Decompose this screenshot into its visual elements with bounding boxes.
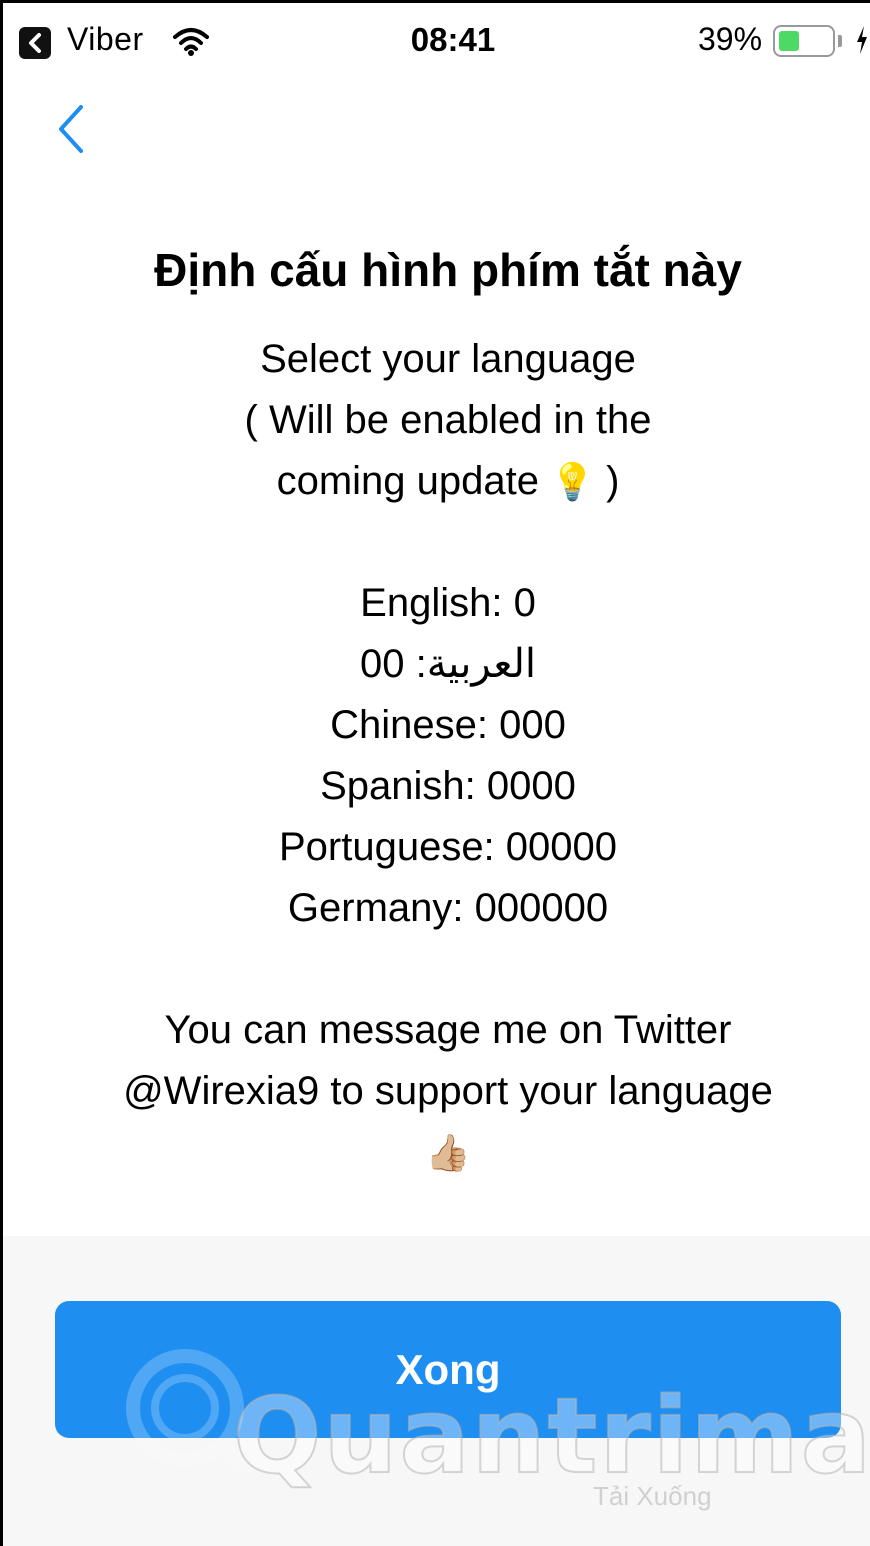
prompt-line-text: coming update [276,459,539,503]
language-list: English: 0 العربية: 00 Chinese: 000 Span… [33,573,863,939]
done-button[interactable]: Xong [55,1301,841,1438]
charging-bolt-icon [855,25,869,60]
language-prompt: Select your language ( Will be enabled i… [33,329,863,512]
chevron-left-icon [59,105,83,153]
prompt-line: coming update 💡 ) [33,451,863,512]
battery-level-fill [779,31,799,51]
language-item: Chinese: 000 [330,703,566,747]
thumbs-up-icon: 👍🏼 [425,1132,471,1173]
shortcut-config-screen: Viber 08:41 39% Định cấu hình phím tắt n… [0,0,870,1546]
language-item: English: 0 [360,581,536,625]
prompt-line: Select your language [260,337,636,381]
language-item: Germany: 000000 [287,886,609,930]
language-item: العربية: 00 [359,642,537,686]
prompt-line: ( Will be enabled in the [244,398,652,442]
battery-icon [773,25,835,57]
prompt-close-paren: ) [606,459,620,503]
language-item: Portuguese: 00000 [278,825,618,869]
support-message: You can message me on Twitter @Wirexia9 … [33,1000,863,1183]
battery-percent: 39% [698,21,763,57]
status-bar: Viber 08:41 39% [3,3,870,81]
support-line: @Wirexia9 to support your language [123,1069,773,1113]
back-button[interactable] [51,99,91,159]
page-title: Định cấu hình phím tắt này [154,244,742,296]
support-line: You can message me on Twitter [164,1008,732,1052]
lightbulb-icon: 💡 [550,461,595,502]
battery-tip [838,35,842,47]
language-item: Spanish: 0000 [320,764,576,808]
